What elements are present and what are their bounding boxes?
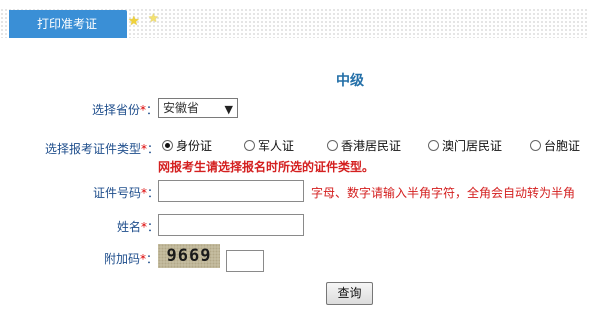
province-select-value: 安徽省 — [163, 101, 200, 115]
radio-icon — [244, 140, 255, 151]
radio-id-card[interactable]: 身份证 — [162, 137, 212, 154]
province-label: 选择省份*： — [92, 103, 159, 117]
captcha-label: 附加码*： — [104, 252, 159, 266]
radio-label: 澳门居民证 — [442, 139, 503, 153]
radio-icon — [530, 140, 541, 151]
captcha-image[interactable]: 9669 — [158, 244, 220, 268]
captcha-input[interactable] — [226, 250, 264, 272]
radio-icon — [428, 140, 439, 151]
radio-military-card[interactable]: 军人证 — [244, 137, 294, 154]
radio-checked-icon — [162, 140, 173, 151]
tab-print-admission-ticket[interactable]: 打印准考证 — [9, 10, 127, 38]
radio-hongkong-card[interactable]: 香港居民证 — [327, 137, 401, 154]
query-button[interactable]: 查询 — [326, 282, 373, 305]
radio-label: 身份证 — [176, 139, 213, 153]
radio-icon — [327, 140, 338, 151]
name-label: 姓名*： — [117, 220, 160, 234]
star-icon: ★ — [148, 11, 159, 25]
id-number-label: 证件号码*： — [93, 186, 160, 200]
radio-label: 香港居民证 — [341, 139, 402, 153]
chevron-down-icon: ▼ — [224, 103, 233, 116]
id-number-hint: 字母、数字请输入半角字符，全角会自动转为半角 — [311, 186, 576, 200]
id-type-warning: 网报考生请选择报名时所选的证件类型。 — [158, 160, 375, 174]
level-title: 中级 — [336, 73, 364, 89]
id-type-label: 选择报考证件类型*： — [45, 142, 160, 156]
radio-macau-card[interactable]: 澳门居民证 — [428, 137, 502, 154]
name-input[interactable] — [158, 214, 304, 236]
id-number-input[interactable] — [158, 180, 304, 202]
radio-label: 台胞证 — [544, 139, 581, 153]
radio-label: 军人证 — [258, 139, 295, 153]
province-select[interactable]: 安徽省 ▼ — [158, 98, 238, 118]
star-icon: ★ — [128, 14, 140, 29]
radio-taiwan-card[interactable]: 台胞证 — [530, 137, 580, 154]
